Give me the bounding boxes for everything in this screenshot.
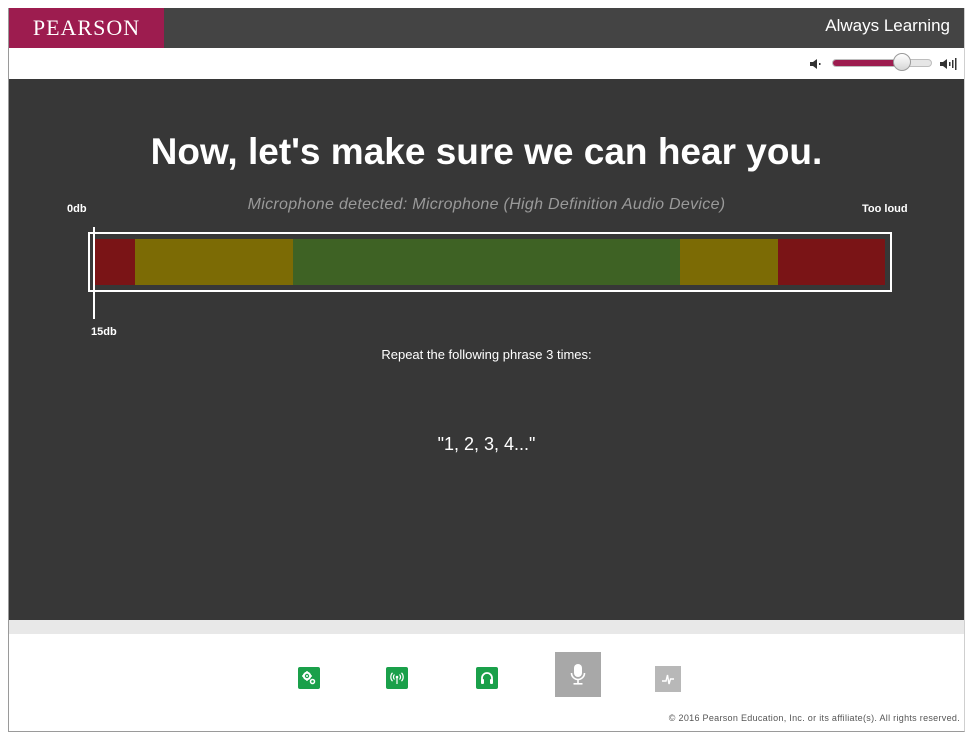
level-meter: [88, 232, 892, 292]
instruction-text: Repeat the following phrase 3 times:: [381, 347, 592, 362]
volume-slider[interactable]: [832, 59, 932, 67]
footer: © 2016 Pearson Education, Inc. or its af…: [9, 634, 964, 731]
copyright-text: © 2016 Pearson Education, Inc. or its af…: [668, 713, 960, 723]
signal-icon: [390, 672, 404, 684]
volume-bar: [9, 48, 964, 79]
meter-min-label: 0db: [67, 203, 87, 215]
meter-segment-loud: [679, 239, 779, 285]
microphone-step-button[interactable]: [555, 652, 601, 697]
mic-detected-text: Microphone detected: Microphone (High De…: [247, 196, 726, 213]
connection-step-button[interactable]: [386, 667, 408, 689]
headphones-step-button[interactable]: [476, 667, 498, 689]
audio-check-step-button[interactable]: [655, 666, 681, 692]
meter-segment-good: [292, 239, 680, 285]
waveform-icon: [662, 674, 674, 685]
headphones-icon: [481, 672, 493, 684]
gears-icon: [302, 671, 316, 685]
level-meter-segments: [95, 239, 885, 285]
mic-check-stage: Now, let's make sure we can hear you. Mi…: [9, 79, 964, 620]
speaker-high-icon[interactable]: [939, 57, 957, 71]
tagline: Always Learning: [825, 16, 950, 35]
microphone-icon: [570, 663, 586, 685]
current-level-label: 15db: [91, 326, 117, 338]
volume-slider-thumb[interactable]: [893, 53, 911, 71]
volume-slider-fill: [833, 60, 902, 66]
settings-step-button[interactable]: [298, 667, 320, 689]
meter-max-label: Too loud: [862, 203, 908, 215]
footer-divider: [9, 620, 964, 634]
meter-segment-quiet: [134, 239, 293, 285]
speaker-low-icon[interactable]: [809, 57, 823, 71]
header-bar: PEARSON Always Learning: [9, 8, 964, 48]
app-frame: PEARSON Always Learning Now, let's make …: [8, 8, 965, 732]
phrase-text: "1, 2, 3, 4...": [437, 434, 536, 454]
meter-segment-too-loud: [778, 239, 885, 285]
page-title: Now, let's make sure we can hear you.: [150, 131, 823, 172]
level-meter-needle: [93, 227, 95, 319]
meter-segment-too-quiet: [95, 239, 135, 285]
pearson-logo: PEARSON: [9, 8, 164, 48]
